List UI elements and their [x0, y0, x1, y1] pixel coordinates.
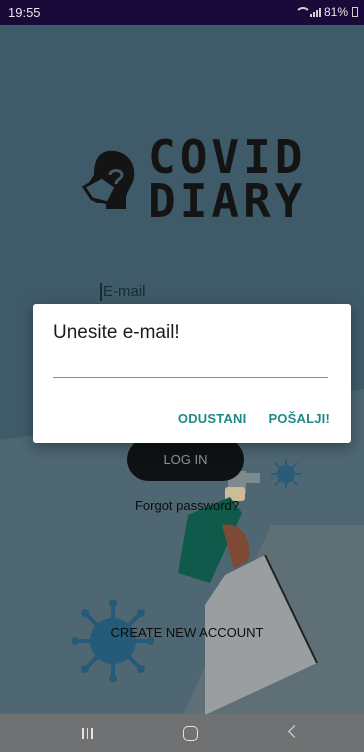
status-time: 19:55 [8, 5, 41, 20]
email-dialog: Unesite e-mail! ODUSTANI POŠALJI! [33, 304, 351, 443]
logo-line-1: COVID [148, 130, 307, 184]
status-indicators: 81% [294, 5, 358, 19]
email-placeholder: E-mail [103, 283, 146, 300]
masked-head-icon [81, 150, 135, 209]
logo-wordmark: COVID DIARY [148, 130, 307, 228]
forgot-password-link[interactable]: Forgot password? [0, 498, 364, 513]
back-icon[interactable] [288, 725, 301, 738]
text-caret [100, 283, 102, 302]
recents-icon[interactable] [82, 728, 93, 739]
home-icon[interactable] [183, 726, 198, 741]
app-logo: COVID DIARY [78, 130, 328, 228]
signal-icon [309, 7, 321, 17]
battery-icon [352, 7, 358, 17]
create-account-link[interactable]: CREATE NEW ACCOUNT [0, 625, 364, 640]
dialog-title: Unesite e-mail! [53, 322, 180, 343]
logo-line-2: DIARY [148, 174, 307, 228]
login-button[interactable]: LOG IN [127, 438, 244, 481]
virus-small-icon [271, 459, 301, 489]
dialog-actions: ODUSTANI POŠALJI! [178, 411, 330, 426]
cancel-button[interactable]: ODUSTANI [178, 411, 247, 426]
email-field[interactable]: E-mail [100, 283, 146, 302]
virus-large-icon [72, 600, 154, 682]
status-bar: 19:55 81% [0, 0, 364, 25]
wifi-icon [294, 7, 311, 17]
send-button[interactable]: POŠALJI! [268, 411, 330, 426]
dialog-email-input[interactable] [53, 352, 328, 378]
battery-percent: 81% [323, 5, 348, 19]
navigation-bar [0, 714, 364, 752]
